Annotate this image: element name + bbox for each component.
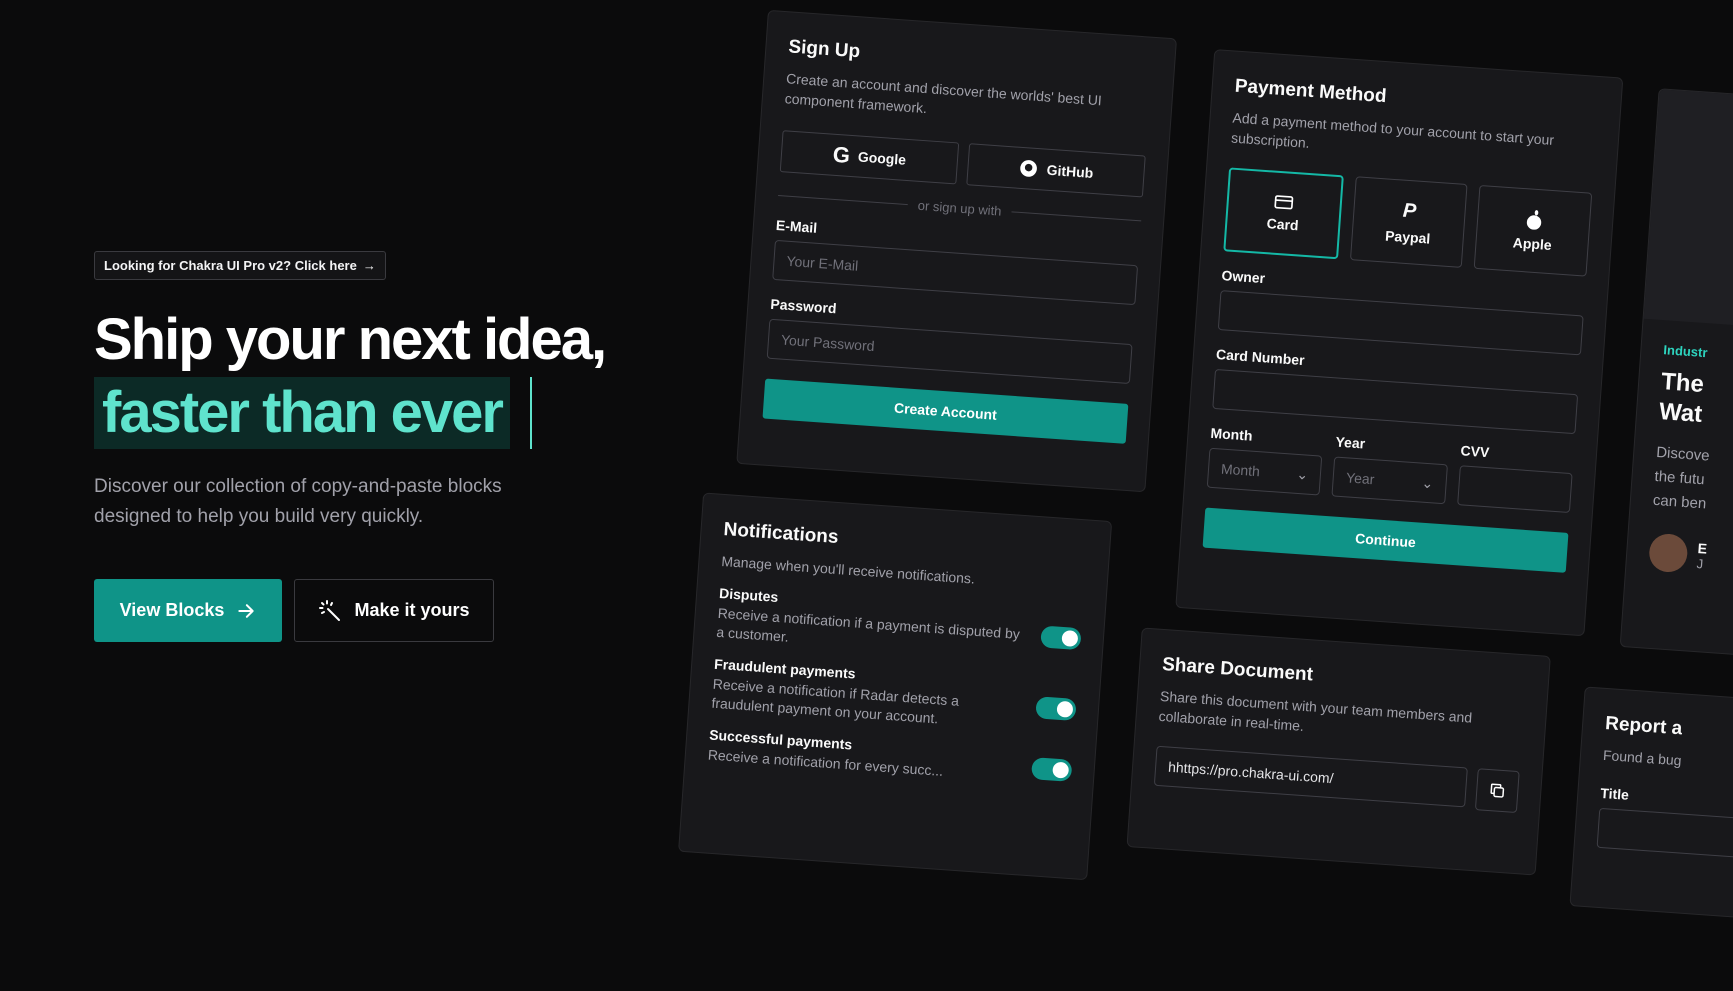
- github-label: GitHub: [1046, 161, 1094, 181]
- blog-desc-line-3: can ben: [1652, 491, 1707, 513]
- disputes-toggle[interactable]: [1040, 624, 1082, 650]
- blog-card: Industr The Wat Discove the futu can ben…: [1619, 88, 1733, 668]
- headline-line-1: Ship your next idea,: [94, 307, 607, 372]
- promo-label: Looking for Chakra UI Pro v2? Click here: [104, 258, 357, 273]
- year-select[interactable]: Year ⌄: [1331, 456, 1448, 505]
- month-value: Month: [1220, 460, 1261, 480]
- share-link-field[interactable]: hhttps://pro.chakra-ui.com/: [1153, 745, 1468, 808]
- apple-icon: [1526, 210, 1541, 230]
- google-icon: G: [832, 141, 851, 168]
- make-it-yours-label: Make it yours: [354, 600, 470, 620]
- view-blocks-button[interactable]: View Blocks: [94, 579, 282, 642]
- month-label: Month: [1210, 424, 1254, 444]
- cvv-field[interactable]: [1456, 465, 1573, 514]
- blog-image: [1643, 89, 1733, 340]
- promo-link[interactable]: Looking for Chakra UI Pro v2? Click here…: [94, 251, 386, 280]
- payment-option-paypal[interactable]: P Paypal: [1349, 176, 1468, 268]
- notification-item-fraudulent: Fraudulent payments Receive a notificati…: [711, 656, 1078, 738]
- chevron-down-icon: ⌄: [1421, 474, 1434, 491]
- divider-label: or sign up with: [917, 197, 1002, 219]
- blog-title: The Wat: [1658, 367, 1733, 445]
- month-select[interactable]: Month ⌄: [1206, 447, 1323, 496]
- report-description: Found a bug: [1602, 746, 1683, 769]
- arrow-right-icon: →: [362, 258, 376, 273]
- google-button[interactable]: G Google: [779, 130, 960, 185]
- text-cursor: [530, 377, 532, 449]
- copy-button[interactable]: [1474, 768, 1520, 814]
- create-account-button[interactable]: Create Account: [762, 378, 1129, 444]
- report-card: Report a Found a bug Title: [1569, 686, 1733, 927]
- continue-button[interactable]: Continue: [1202, 507, 1569, 573]
- year-value: Year: [1345, 469, 1375, 488]
- payment-option-card-label: Card: [1266, 215, 1300, 234]
- notification-item-successful: Successful payments Receive a notificati…: [707, 727, 1073, 790]
- card-icon: [1274, 195, 1294, 210]
- notification-item-disputes: Disputes Receive a notification if a pay…: [716, 585, 1083, 667]
- view-blocks-label: View Blocks: [119, 600, 225, 620]
- share-link-value: hhttps://pro.chakra-ui.com/: [1167, 758, 1335, 787]
- report-title-field[interactable]: [1596, 807, 1733, 866]
- hero-subtitle: Discover our collection of copy-and-past…: [94, 476, 502, 527]
- github-icon: [1020, 160, 1038, 177]
- password-placeholder: Your Password: [780, 331, 876, 355]
- headline-line-2: faster than ever: [94, 377, 510, 449]
- component-showcase: Sign Up Create an account and discover t…: [678, 9, 1733, 978]
- notifications-card: Notifications Manage when you'll receive…: [678, 492, 1113, 881]
- blog-title-line-2: Wat: [1658, 398, 1704, 428]
- cvv-label: CVV: [1460, 442, 1490, 461]
- year-label: Year: [1335, 433, 1366, 452]
- arrow-right-icon: [238, 603, 255, 618]
- blog-author: E J: [1648, 532, 1733, 589]
- author-name: E: [1697, 539, 1708, 557]
- github-button[interactable]: GitHub: [966, 143, 1146, 198]
- payment-option-card[interactable]: Card: [1223, 167, 1344, 260]
- share-card: Share Document Share this document with …: [1126, 627, 1551, 876]
- blog-description: Discove the futu can ben: [1652, 441, 1733, 531]
- paypal-icon: P: [1402, 199, 1417, 223]
- email-placeholder: Your E-Mail: [785, 252, 859, 274]
- fraudulent-toggle[interactable]: [1035, 695, 1077, 721]
- chevron-down-icon: ⌄: [1295, 465, 1309, 483]
- author-meta: J: [1696, 555, 1704, 571]
- magic-wand-icon: [319, 599, 341, 621]
- payment-option-apple[interactable]: Apple: [1474, 184, 1593, 277]
- avatar: [1648, 532, 1689, 574]
- copy-icon: [1490, 783, 1505, 798]
- payment-option-apple-label: Apple: [1512, 234, 1553, 254]
- payment-card: Payment Method Add a payment method to y…: [1175, 49, 1624, 637]
- payment-option-paypal-label: Paypal: [1384, 226, 1431, 247]
- make-it-yours-button[interactable]: Make it yours: [294, 579, 494, 642]
- google-label: Google: [857, 148, 907, 168]
- signup-card: Sign Up Create an account and discover t…: [736, 9, 1178, 493]
- successful-toggle[interactable]: [1030, 757, 1073, 782]
